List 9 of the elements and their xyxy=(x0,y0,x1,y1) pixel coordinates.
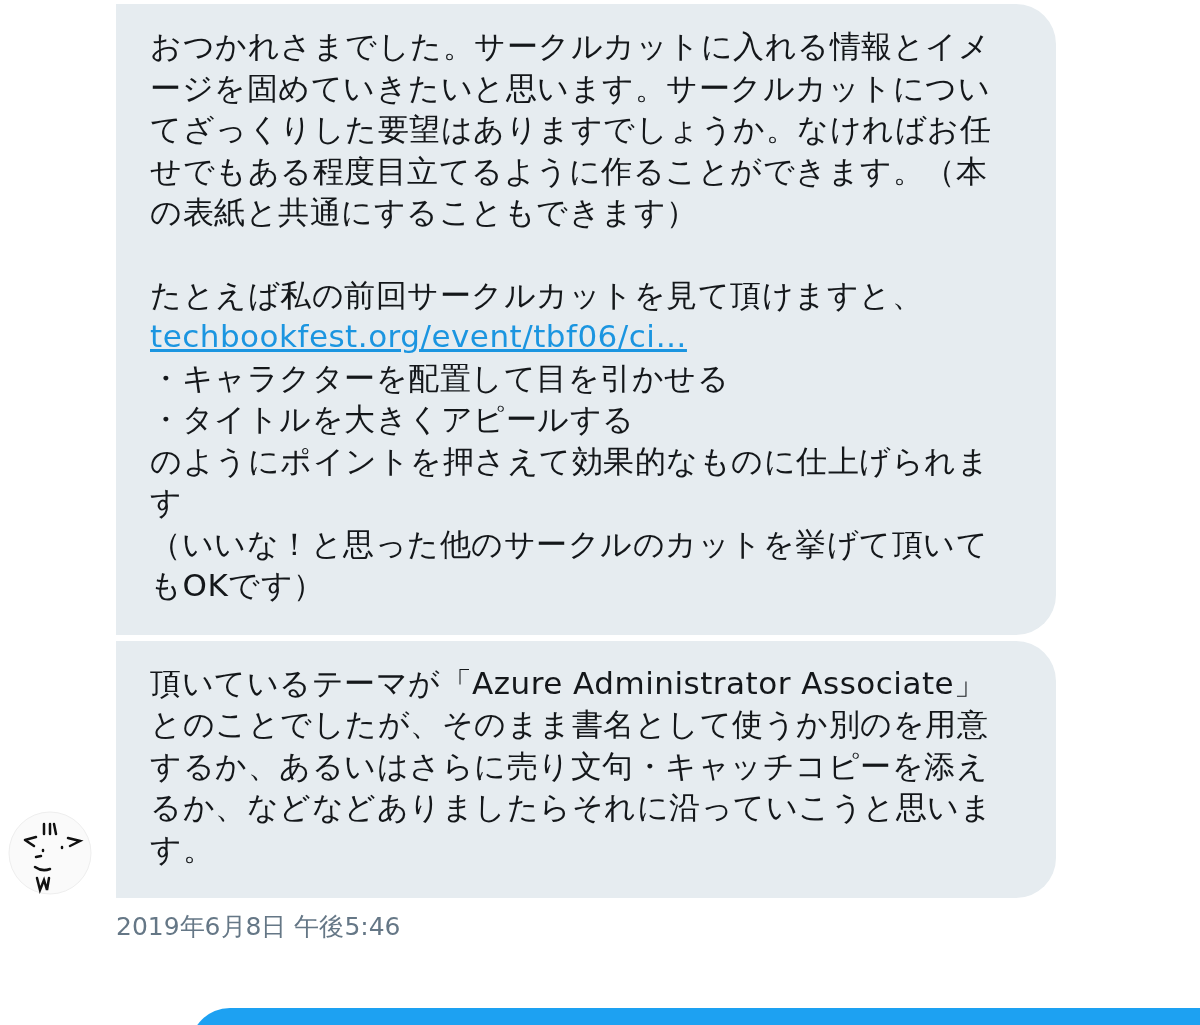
message-text: たとえば私の前回サークルカットを見て頂けますと、 xyxy=(150,275,924,315)
message-text: （いいな！と思った他のサークルのカットを挙げて頂いてもOKです） xyxy=(150,524,989,605)
message-text: ・タイトルを大きくアピールする xyxy=(150,400,636,439)
message-timestamp: 2019年6月8日 午後5:46 xyxy=(116,912,401,941)
message-text: のようにポイントを押さえて効果的なものに仕上げられます xyxy=(150,441,990,522)
message-text: 頂いているテーマが「Azure Administrator Associate」とのことでしたが、そのまま書名として使うか別のを用意するか、あるいはさらに売り文句・キャッチコピーを添えるか、などなどありましたらそれに沿っていこうと思います。 xyxy=(150,663,993,869)
message-text: ・キャラクターを配置して目を引かせる xyxy=(150,358,730,398)
message-link[interactable]: techbookfest.org/event/tbf06/ci… xyxy=(150,316,687,358)
message-text: おつかれさまでした。サークルカットに入れる情報とイメージを固めていきたいと思います。サークルカットについてざっくりした要望はありますでしょうか。なければお任せでもある程度目立てるように作ることができます。（本の表紙と共通にすることもできます） xyxy=(150,27,992,232)
